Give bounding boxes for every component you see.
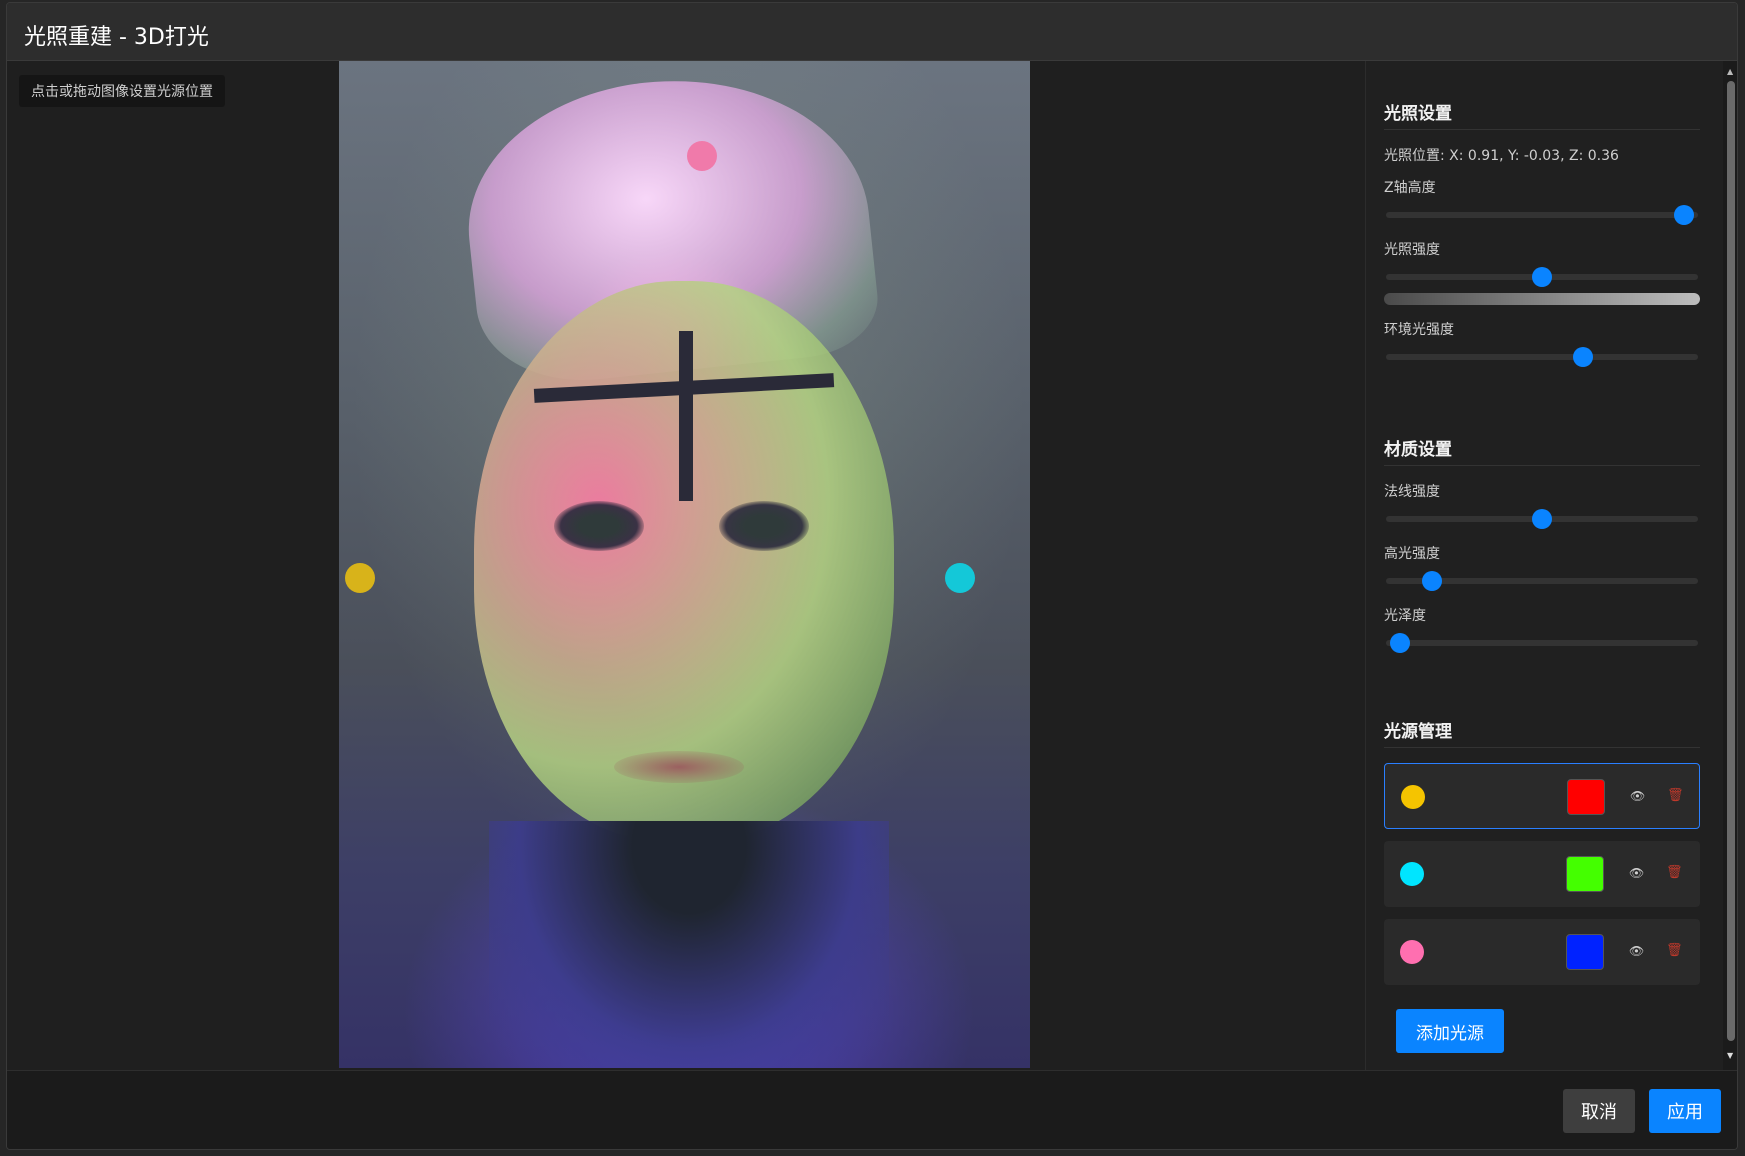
trash-icon[interactable]: 🗑 <box>1667 788 1684 803</box>
light-source-card[interactable]: 👁 🗑 <box>1384 763 1700 829</box>
eye-icon[interactable]: 👁 <box>1630 789 1645 803</box>
add-light-button[interactable]: 添加光源 <box>1396 1009 1504 1053</box>
slider-knob[interactable] <box>1532 267 1552 287</box>
intensity-gradient-bar <box>1384 293 1700 305</box>
z-height-slider[interactable] <box>1384 205 1700 225</box>
light-color-dot <box>1400 862 1424 886</box>
color-swatch-button[interactable] <box>1566 934 1604 970</box>
dialog-title: 光照重建 - 3D打光 <box>24 25 209 50</box>
normal-label: 法线强度 <box>1384 484 1440 500</box>
light-color-dot <box>1400 940 1424 964</box>
cancel-button[interactable]: 取消 <box>1563 1089 1635 1133</box>
ambient-slider[interactable] <box>1384 347 1700 367</box>
scroll-down-icon[interactable]: ▼ <box>1727 1051 1733 1060</box>
slider-knob[interactable] <box>1389 633 1410 653</box>
light-marker-2[interactable] <box>945 563 975 593</box>
material-section-title: 材质设置 <box>1384 440 1452 460</box>
dialog-titlebar: 光照重建 - 3D打光 <box>7 3 1737 61</box>
light-sources-section-title: 光源管理 <box>1384 722 1452 742</box>
gloss-label: 光泽度 <box>1384 608 1426 624</box>
color-swatch-button[interactable] <box>1566 856 1604 892</box>
image-canvas-area[interactable]: 点击或拖动图像设置光源位置 <box>7 61 1365 1070</box>
trash-icon[interactable]: 🗑 <box>1666 943 1683 958</box>
ambient-label: 环境光强度 <box>1384 322 1454 338</box>
light-source-card[interactable]: 👁 🗑 <box>1384 919 1700 985</box>
panel-scrollbar[interactable]: ▲ ▼ <box>1723 61 1737 1070</box>
slider-knob[interactable] <box>1573 347 1594 367</box>
gloss-slider[interactable] <box>1384 633 1700 653</box>
slider-knob[interactable] <box>1674 205 1695 225</box>
lighting-section-title: 光照设置 <box>1384 104 1452 124</box>
specular-label: 高光强度 <box>1384 546 1440 562</box>
light-source-card[interactable]: 👁 🗑 <box>1384 841 1700 907</box>
settings-panel: 光照设置 光照位置: X: 0.91, Y: -0.03, Z: 0.36 Z轴… <box>1365 61 1723 1070</box>
light-color-dot <box>1401 785 1425 809</box>
normal-slider[interactable] <box>1384 509 1700 529</box>
light-position-readout: 光照位置: X: 0.91, Y: -0.03, Z: 0.36 <box>1384 148 1619 164</box>
trash-icon[interactable]: 🗑 <box>1666 865 1683 880</box>
light-marker-1[interactable] <box>345 563 375 593</box>
slider-knob[interactable] <box>1422 571 1443 591</box>
eye-icon[interactable]: 👁 <box>1629 944 1644 958</box>
light-marker-3[interactable] <box>687 141 717 171</box>
portrait-image[interactable] <box>339 61 1030 1068</box>
intensity-slider[interactable] <box>1384 267 1700 287</box>
canvas-hint: 点击或拖动图像设置光源位置 <box>19 75 225 107</box>
dialog-footer: 取消 应用 <box>7 1070 1737 1149</box>
color-swatch-button[interactable] <box>1567 779 1605 815</box>
intensity-label: 光照强度 <box>1384 242 1440 258</box>
lighting-dialog: 光照重建 - 3D打光 点击或拖动图像设置光源位置 光照设置 光照位置: X: … <box>6 2 1738 1150</box>
specular-slider[interactable] <box>1384 571 1700 591</box>
apply-button[interactable]: 应用 <box>1649 1089 1721 1133</box>
z-height-label: Z轴高度 <box>1384 180 1436 196</box>
scroll-thumb[interactable] <box>1727 81 1735 1041</box>
eye-icon[interactable]: 👁 <box>1629 866 1644 880</box>
scroll-up-icon[interactable]: ▲ <box>1727 67 1733 76</box>
slider-knob[interactable] <box>1532 509 1552 529</box>
